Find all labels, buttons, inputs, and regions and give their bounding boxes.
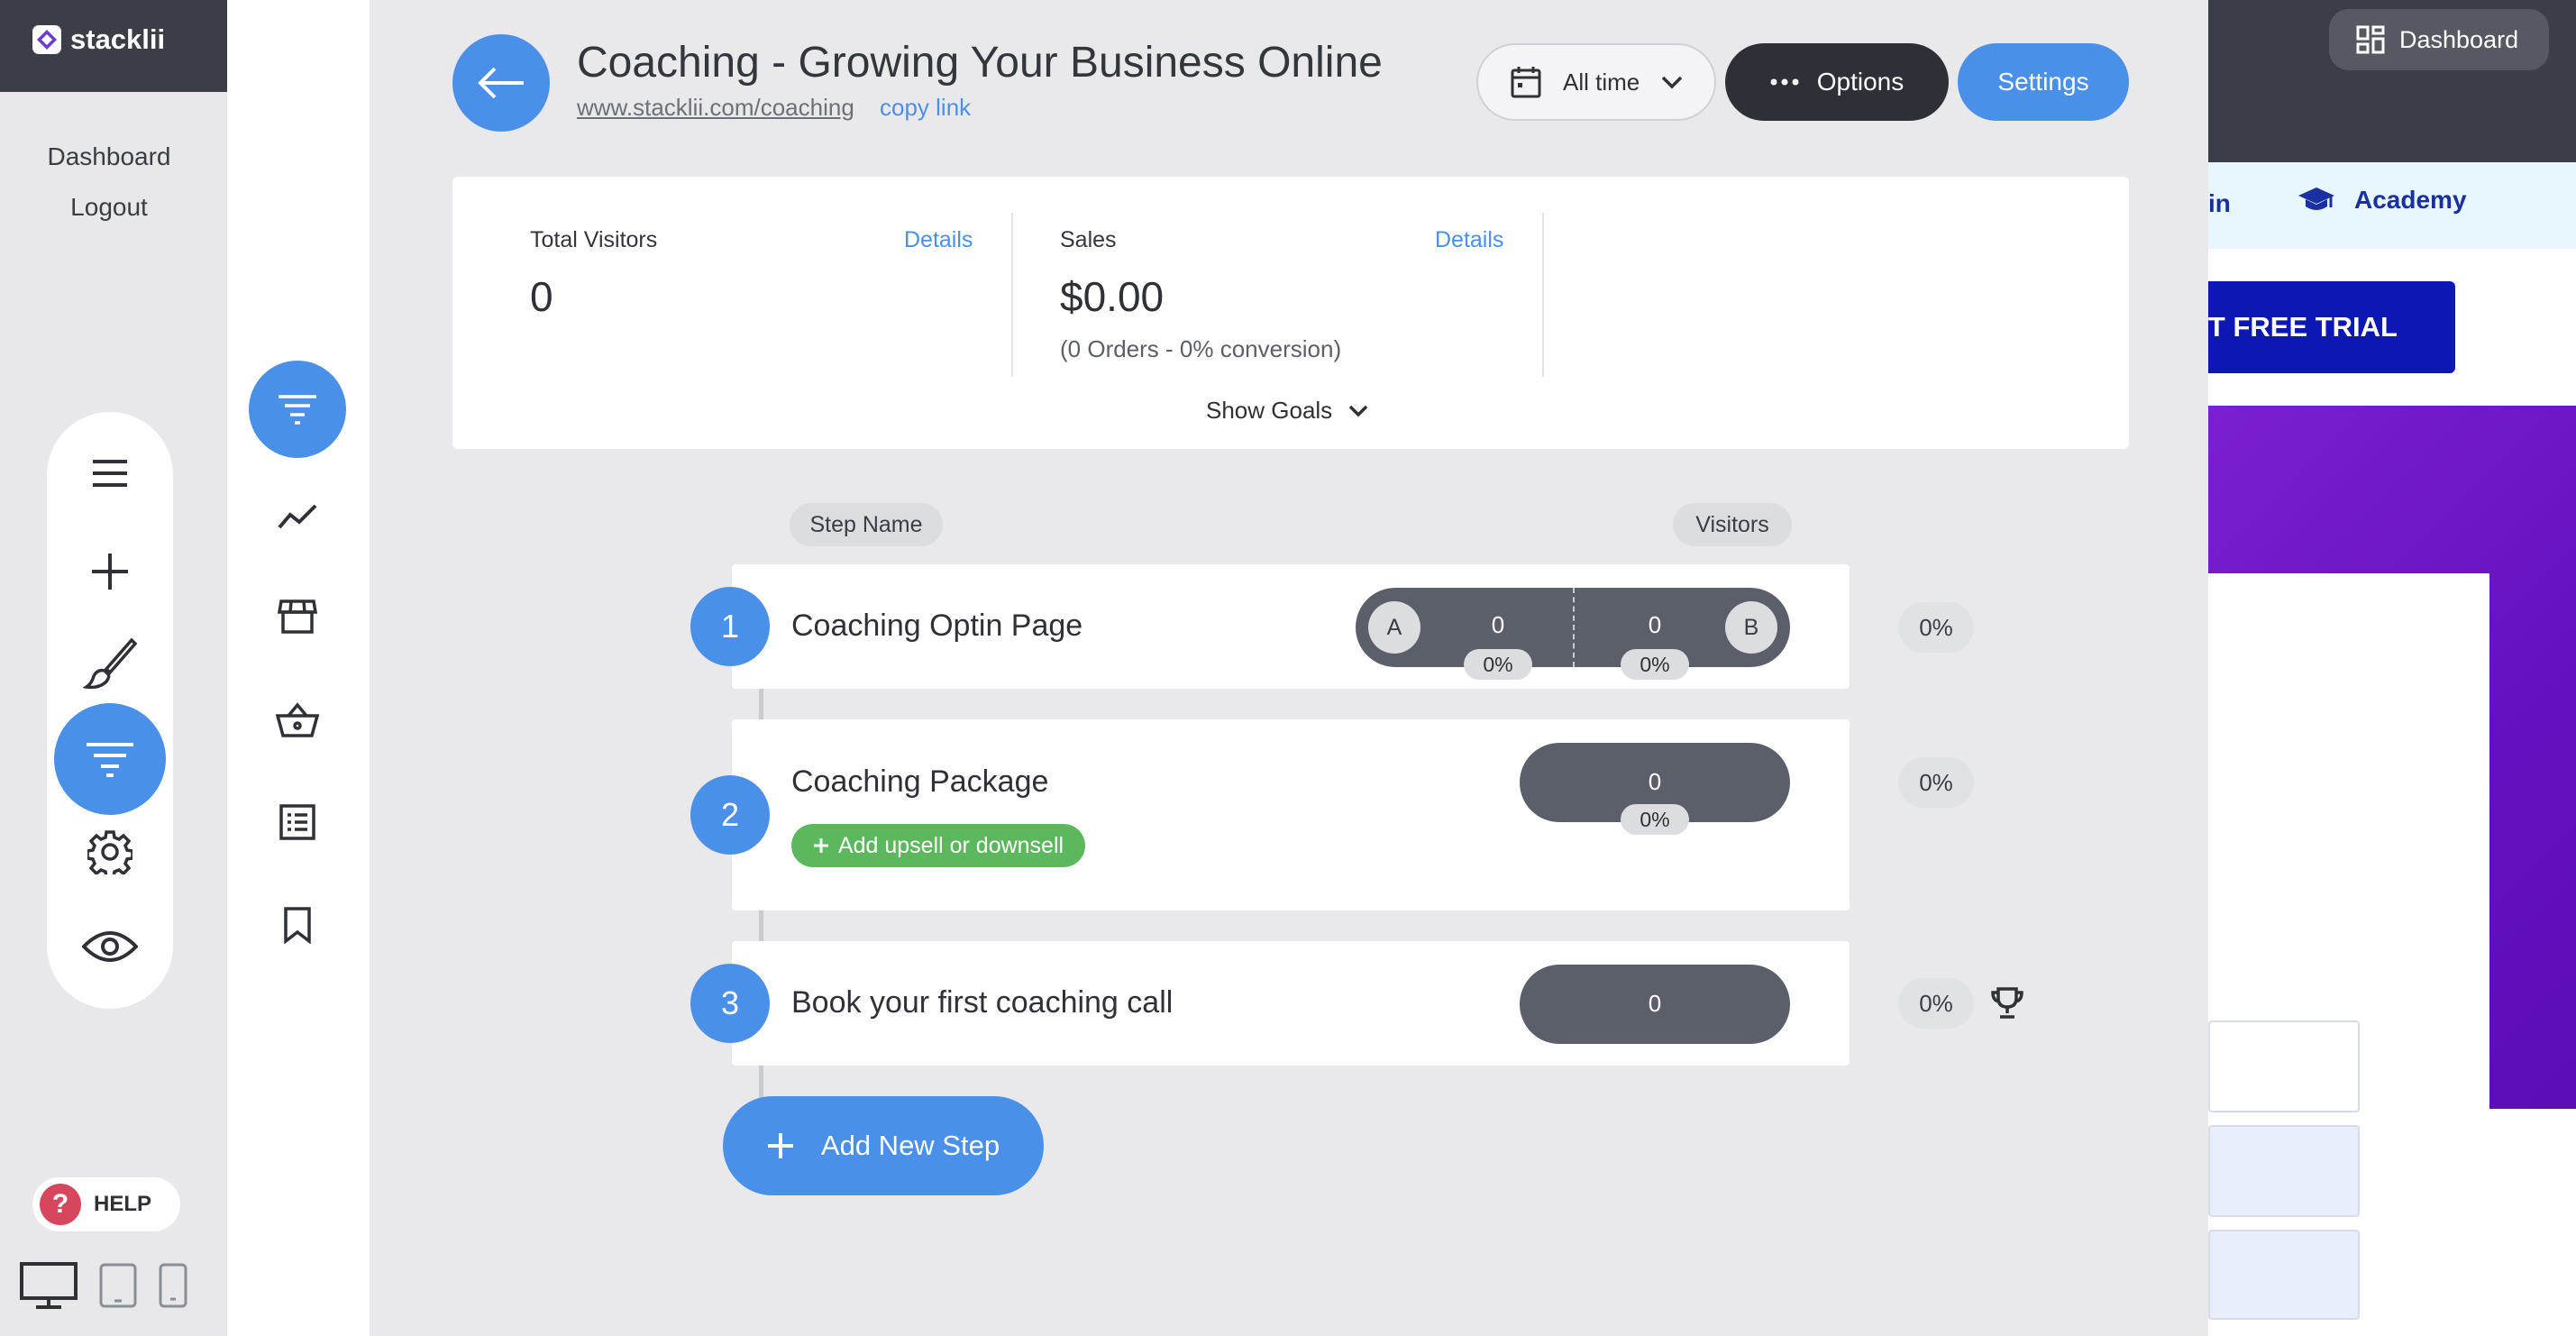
variant-a-badge[interactable]: A: [1368, 601, 1420, 654]
brush-icon[interactable]: [83, 636, 137, 691]
sidebar-link-dashboard[interactable]: Dashboard: [0, 142, 218, 171]
options-button[interactable]: Options: [1725, 43, 1949, 121]
visitors-details-link[interactable]: Details: [904, 227, 973, 253]
step-conversion-rate: 0%: [1898, 978, 1974, 1029]
step-number-badge: 3: [690, 964, 770, 1043]
graduation-cap-icon: [2297, 186, 2336, 215]
total-visitors-label: Total Visitors: [530, 227, 658, 252]
dashboard-button[interactable]: Dashboard: [2329, 9, 2549, 70]
step-conversion-rate: 0%: [1898, 602, 1974, 653]
app-logo[interactable]: stacklii: [32, 18, 165, 61]
plus-icon[interactable]: [90, 552, 130, 591]
step-name[interactable]: Coaching Package: [791, 764, 1048, 800]
trophy-icon[interactable]: [1990, 986, 2024, 1020]
variant-b-percent: 0%: [1621, 649, 1689, 680]
date-range-select[interactable]: All time: [1476, 43, 1716, 121]
bookmark-icon: [283, 906, 312, 944]
stats-divider: [1542, 213, 1544, 377]
total-visitors-value: 0: [530, 273, 553, 320]
tablet-icon[interactable]: [99, 1263, 137, 1308]
arrow-left-icon: [477, 67, 525, 99]
date-range-label: All time: [1563, 68, 1640, 96]
dots-icon: [1770, 78, 1799, 86]
step-name[interactable]: Book your first coaching call: [791, 985, 1173, 1020]
device-switcher: [20, 1262, 187, 1309]
menu-icon[interactable]: [91, 458, 129, 489]
step-connector: [759, 689, 763, 719]
mobile-icon[interactable]: [159, 1263, 187, 1308]
funnel-url-link[interactable]: www.stacklii.com/coaching: [577, 94, 854, 122]
copy-link[interactable]: copy link: [880, 94, 971, 122]
funnel-icon: [277, 394, 318, 425]
funnel-tool-button[interactable]: [54, 703, 166, 815]
help-button[interactable]: ? HELP: [32, 1177, 180, 1231]
chevron-down-icon: [1661, 75, 1683, 89]
plus-icon: [813, 837, 829, 854]
calendar-icon: [1511, 66, 1541, 98]
nav-orders[interactable]: [269, 691, 326, 748]
analytics-icon: [278, 502, 317, 529]
funnel-nav-column: [227, 0, 370, 1336]
nav-funnel-steps[interactable]: [249, 361, 346, 458]
options-label: Options: [1816, 68, 1905, 96]
variant-a-visitors: 0: [1491, 611, 1505, 638]
logo-icon: [32, 25, 61, 54]
sales-label: Sales: [1060, 227, 1117, 252]
preview-form-card: [2208, 573, 2489, 1336]
help-icon: ?: [40, 1184, 81, 1225]
preview-input-field[interactable]: [2208, 1230, 2360, 1320]
back-button[interactable]: [452, 34, 550, 132]
sales-details-link[interactable]: Details: [1435, 227, 1503, 253]
gear-icon[interactable]: [87, 829, 132, 874]
column-header-visitors: Visitors: [1673, 503, 1792, 546]
step-visitors-percent: 0%: [1621, 804, 1689, 835]
plus-icon: [767, 1132, 794, 1159]
dashboard-grid-icon: [2356, 25, 2385, 54]
desktop-icon[interactable]: [20, 1262, 78, 1309]
funnel-icon: [85, 741, 135, 777]
nav-bookmarks[interactable]: [269, 896, 326, 954]
add-new-step-label: Add New Step: [820, 1130, 1000, 1161]
list-icon: [279, 804, 315, 840]
sales-conversion-text: (0 Orders - 0% conversion): [1060, 335, 1342, 362]
logo-text: stacklii: [70, 23, 166, 55]
step-visitors-count: 0: [1648, 768, 1662, 795]
step-number-badge: 1: [690, 587, 770, 666]
variant-a-percent: 0%: [1464, 649, 1532, 680]
nav-store[interactable]: [269, 588, 326, 645]
eye-icon[interactable]: [82, 929, 138, 965]
show-goals-toggle[interactable]: Show Goals: [1206, 397, 1368, 425]
sidebar-link-logout[interactable]: Logout: [0, 193, 218, 222]
step-visitors-count: 0: [1648, 990, 1662, 1017]
nav-analytics[interactable]: [269, 487, 326, 544]
preview-nav-academy[interactable]: Academy: [2297, 186, 2467, 215]
help-label: HELP: [94, 1192, 152, 1216]
variant-b-visitors: 0: [1648, 611, 1662, 638]
ab-split-divider: [1573, 588, 1575, 667]
chevron-down-icon: [1348, 405, 1368, 417]
stats-divider: [1011, 213, 1013, 377]
store-icon: [278, 598, 317, 636]
variant-b-badge[interactable]: B: [1725, 601, 1777, 654]
column-header-step-name: Step Name: [790, 503, 943, 546]
preview-input-field[interactable]: [2208, 1020, 2360, 1112]
show-goals-label: Show Goals: [1206, 397, 1333, 424]
step-name[interactable]: Coaching Optin Page: [791, 609, 1082, 644]
preview-input-field[interactable]: [2208, 1125, 2360, 1217]
sales-value: $0.00: [1060, 273, 1165, 320]
dashboard-button-label: Dashboard: [2399, 25, 2519, 53]
add-new-step-button[interactable]: Add New Step: [723, 1096, 1044, 1195]
page-title: Coaching - Growing Your Business Online: [577, 39, 1383, 87]
preview-nav-login[interactable]: in: [2208, 189, 2231, 218]
add-upsell-label: Add upsell or downsell: [837, 832, 1064, 858]
step-number-badge: 2: [690, 775, 770, 855]
academy-label: Academy: [2354, 186, 2467, 214]
step-connector: [759, 910, 763, 941]
basket-icon: [276, 701, 319, 737]
add-upsell-button[interactable]: Add upsell or downsell: [791, 824, 1085, 867]
settings-button[interactable]: Settings: [1958, 43, 2129, 121]
nav-contacts[interactable]: [269, 793, 326, 851]
step-conversion-rate: 0%: [1898, 757, 1974, 808]
